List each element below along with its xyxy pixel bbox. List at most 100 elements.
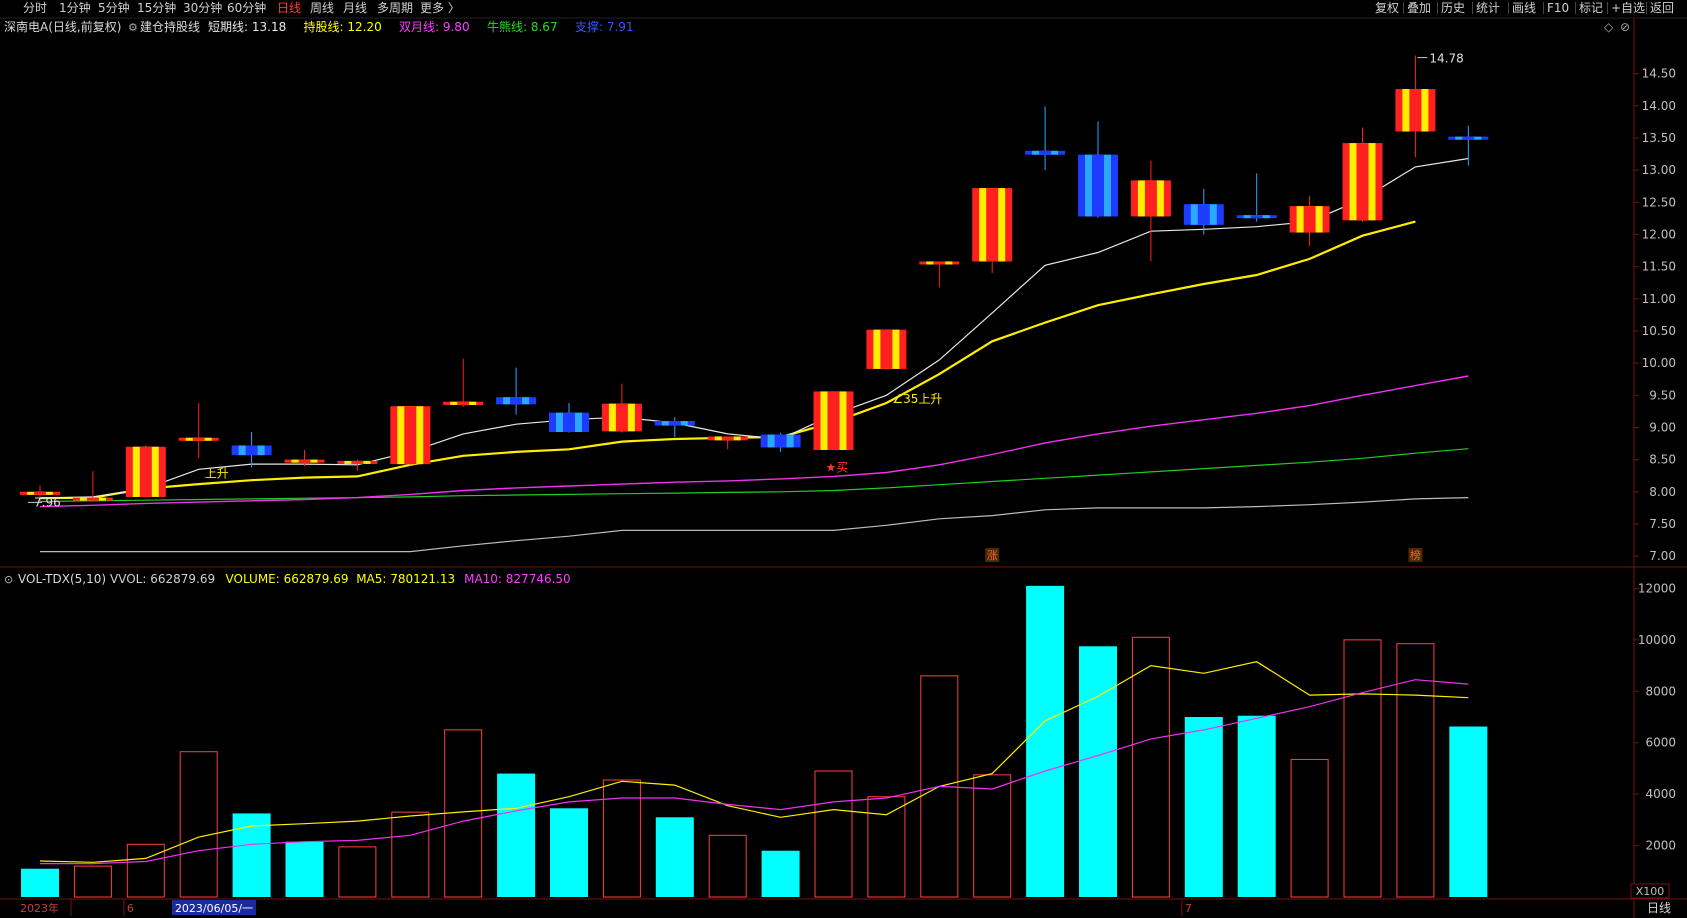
price-tick-label: 12.50 <box>1642 195 1676 209</box>
candle-body-core <box>404 406 417 465</box>
stock-chart[interactable]: 7.00 7.50 8.00 8.50 9.00 9.50 10.00 10.50 11.00 1… <box>0 0 1687 918</box>
low-price-label: 7.96 <box>34 495 61 509</box>
candle-body-core <box>1197 204 1210 225</box>
volume-bar <box>867 796 906 898</box>
price-tick-label: 8.50 <box>1649 453 1676 467</box>
candle-body-core <box>615 403 628 432</box>
price-tick-label: 13.00 <box>1642 163 1676 177</box>
candle <box>1448 125 1489 166</box>
bull-bear-line <box>39 448 1469 503</box>
price-tick-label: 11.50 <box>1642 260 1676 274</box>
hold-line <box>39 220 1416 500</box>
volume-title: VOL-TDX(5,10) <box>18 572 106 586</box>
volume-bar <box>1184 717 1223 897</box>
volume-bar <box>550 808 588 897</box>
candle-body-core <box>1144 180 1157 217</box>
settings-icon[interactable]: ⚙ <box>128 21 138 34</box>
price-tick-label: 9.00 <box>1649 420 1676 434</box>
price-tick-label: 13.50 <box>1642 131 1676 145</box>
price-tick-label: 14.00 <box>1642 99 1676 113</box>
volume-tick-label: 8000 <box>1645 684 1676 698</box>
candle-body-core <box>1039 150 1052 155</box>
candle-body-core <box>1303 206 1316 233</box>
price-tick-label: 11.00 <box>1642 292 1676 306</box>
volume-bar <box>708 834 747 898</box>
candle-body-core <box>1409 89 1422 132</box>
indicator-name: 建仓持股线 <box>140 19 200 34</box>
candle <box>1395 55 1436 158</box>
volume-bar <box>814 770 853 898</box>
candle-body-core <box>298 459 311 463</box>
volume-bar <box>338 846 377 898</box>
candle <box>390 406 431 465</box>
volume-settings-icon[interactable]: ⊙ <box>4 573 13 586</box>
volume-bar <box>655 817 694 897</box>
candle-body-core <box>457 401 470 405</box>
volume-bar <box>179 751 218 898</box>
badge-label: 涨 <box>987 549 998 562</box>
volume-bar <box>391 811 430 898</box>
volume-bar <box>1026 585 1065 897</box>
candle-body-core <box>192 437 205 441</box>
candle-body-core <box>721 436 734 441</box>
candle <box>1236 173 1277 222</box>
volume-bar <box>126 843 165 898</box>
candle <box>1289 195 1330 247</box>
candle-body-core <box>880 329 893 369</box>
price-tick-label: 7.00 <box>1649 549 1676 563</box>
price-tick-label: 14.50 <box>1642 67 1676 81</box>
candle-body-core <box>1250 215 1263 219</box>
candle-body-core <box>139 446 152 497</box>
price-tick-label: 9.50 <box>1649 388 1676 402</box>
volume-indicator-value-0: VVOL: 662879.69 <box>110 572 215 586</box>
candle <box>760 432 801 452</box>
volume-bar <box>1131 636 1170 898</box>
period-corner-label: 日线 <box>1647 901 1671 915</box>
volume-bar <box>1343 639 1382 898</box>
volume-tick-label: 10000 <box>1638 633 1676 647</box>
candle <box>496 367 537 415</box>
volume-bar <box>1237 715 1276 897</box>
price-tick-label: 7.50 <box>1649 517 1676 531</box>
candle-body-core <box>986 188 999 262</box>
candle <box>178 403 219 459</box>
chart-title: 深南电A(日线,前复权) <box>4 19 121 34</box>
indicator-value-4: 支撑: 7.91 <box>575 19 634 34</box>
badge-label: 榜 <box>1410 548 1421 562</box>
candle <box>972 188 1013 274</box>
volume-tick-label: 6000 <box>1645 736 1676 750</box>
trend-note-label: 上升 <box>205 467 229 481</box>
indicator-value-0: 短期线: 13.18 <box>208 20 286 34</box>
x-axis-label: 6 <box>127 902 134 915</box>
candle-body-core <box>1092 154 1104 217</box>
support-line <box>40 497 1469 553</box>
candle <box>1130 160 1171 262</box>
candle <box>707 436 748 450</box>
candle <box>866 329 907 369</box>
trend-note-label: ∠35上升 <box>892 392 942 406</box>
volume-indicator-value-1: VOLUME: 662879.69 <box>226 572 349 586</box>
x-axis-label: 2023/06/05/一 <box>175 902 253 915</box>
zoom-icon[interactable]: ◇ <box>1604 20 1614 34</box>
candle <box>919 261 960 288</box>
candle <box>125 445 166 497</box>
candle-body-core <box>668 421 681 426</box>
candle <box>1078 121 1118 218</box>
price-tick-label: 10.50 <box>1642 324 1676 338</box>
volume-indicator-value-3: MA10: 827746.50 <box>464 572 571 586</box>
volume-bar <box>1079 646 1117 897</box>
indicator-value-1: 持股线: 12.20 <box>304 19 382 34</box>
options-icon[interactable]: ⊘ <box>1620 20 1630 34</box>
candle-body-core <box>1462 136 1475 140</box>
candle <box>654 417 695 438</box>
volume-bar <box>973 774 1012 898</box>
indicator-value-2: 双月线: 9.80 <box>399 20 470 34</box>
volume-tick-label: 12000 <box>1638 581 1676 595</box>
candle-body-core <box>933 261 946 265</box>
candle-body-core <box>245 445 258 456</box>
double-month-line <box>39 375 1469 508</box>
candle <box>1025 106 1066 171</box>
volume-tick-label: 4000 <box>1645 787 1676 801</box>
high-price-label: 14.78 <box>1429 52 1463 66</box>
x-axis-label: 7 <box>1185 902 1192 915</box>
